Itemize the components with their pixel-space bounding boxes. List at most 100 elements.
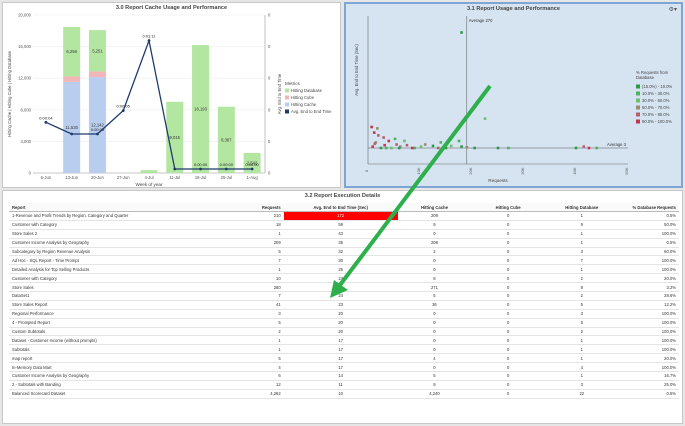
table-cell: 24 [283,282,398,293]
table-cell: 35 [283,238,398,248]
table-cell: 17 [283,344,398,355]
table-row[interactable]: In-Memory Data Mart 4 17 0 0 4 100.0% [9,362,679,373]
y-tick-label: 20,000 [18,13,31,18]
column-header[interactable]: Report [9,203,231,212]
scatter-point [373,142,377,146]
scatter-point [431,144,435,148]
y-tick-label: 0 [29,171,32,176]
scatter-point [371,145,374,148]
table-row[interactable]: Store Sales 2 1 43 0 0 1 100.0% [9,229,679,239]
scatter-point [444,146,448,150]
table-cell: 14 [283,371,398,381]
table-cell: 0 [471,344,545,355]
table-cell: 280 [230,282,284,293]
scatter-point [460,145,463,148]
scatter-point [413,146,417,150]
table-cell: 0 [471,371,545,381]
line-data-label: 0:00:04 [39,115,53,120]
y2-tick-label: 0 [268,171,271,176]
table-cell: 17 [283,353,398,364]
table-cell: 1 [230,229,284,239]
table-row[interactable]: Dataset - Customer Income (without promp… [9,335,679,346]
scatter-point [395,143,398,146]
table-row[interactable]: Custom Subtotals 2 20 0 0 2 100.0% [9,327,679,337]
table-cell: 0 [471,273,545,284]
scatter-point [449,144,453,148]
table-row[interactable]: Customer with Category 10 24 8 0 2 20.0% [9,273,679,284]
table-cell: Custom Subtotals [9,327,231,337]
table-cell: 1 [544,371,619,381]
table-cell: 1 [230,335,284,346]
table-cell: 1 [544,229,619,239]
report-usage-scatter: 0 10K 20K 30K 40K 50K Requests Avg. End to End … [354,16,673,183]
table-row[interactable]: Balanced Scorecard Dataset 4,262 10 4,240 0 2… [9,389,679,399]
column-header[interactable]: Hitting Cache [397,203,472,212]
x-axis-label: Week of year [136,182,163,187]
table-row[interactable]: DataSet1 7 24 5 0 2 28.6% [9,291,679,301]
data-label: 16,193 [194,107,207,112]
table-cell: Customer Income Analysis by Geography [9,238,231,248]
cache-usage-chart: 20,000 16,000 12,000 8,000 4,000 0 0 0 0 0 0 0 Hitti… [7,13,332,188]
scatter-point [370,125,373,129]
scatter-point [387,139,391,143]
scatter-point [574,146,578,150]
table-row[interactable]: Customer Income Analysis by Geography 6 14… [9,371,679,381]
table-cell: 18 [230,220,284,230]
table-cell: Dataset - Customer Income (without promp… [9,335,231,346]
column-header[interactable]: Hitting Database [544,203,619,212]
table-cell: 4 [397,353,472,364]
table-row[interactable]: Customer with Category 18 59 9 0 9 50.0% [9,220,679,230]
line-data-label: 0:00:00 [194,162,208,167]
legend-swatch [285,109,289,114]
legend-label: 30.0% - 50.0% [642,98,670,103]
table-row[interactable]: Detailed Analysis for Top Selling Produc… [9,264,679,275]
bar-segment [140,170,158,173]
x-tick-label: 30K [520,167,525,174]
avg-time-point [199,167,202,171]
y2-tick-label: 0 [268,76,271,81]
y-axis-label: Avg. End to End Time (Sec) [354,44,359,96]
table-cell: 1 [544,335,619,346]
table-cell: Subtotals [9,344,231,355]
column-header[interactable]: Requests [230,203,284,212]
avg-time-point [96,132,99,136]
table-row[interactable]: 4 - Prompted Report 5 20 0 0 5 100.0% [9,318,679,328]
execution-details-panel: 3.2 Report Execution Details Report Reque… [2,190,683,424]
table-cell: Store Sales Report [9,300,231,310]
legend-label: (15.0%) - 10.0% [642,84,673,89]
scatter-point [383,143,386,147]
table-row[interactable]: Ad Hoc - SQL Report - Time Prompt 7 30 0 0 7 1… [9,255,679,266]
table-cell: 0 [397,229,472,239]
line-data-label: 0:00:03 [91,127,105,132]
scatter-point [460,31,463,34]
scatter-point [410,146,414,150]
y2-tick-label: 0 [268,13,271,18]
legend-swatch [285,102,289,107]
scatter-point [507,146,510,150]
table-row[interactable]: Customer Income Analysis by Geography 209… [9,238,679,248]
column-header[interactable]: % Database Requests [618,203,679,212]
table-row[interactable]: Subtotals 1 17 0 0 1 100.0% [9,344,679,355]
table-cell: 0 [471,335,545,346]
y-tick-label: 12,000 [18,76,31,81]
report-usage-panel[interactable]: 3.1 Report Usage and Performance ⚙▾ 0 10K… [344,2,683,188]
scatter-point [397,146,401,150]
table-cell: 10 [283,389,398,399]
scatter-point [582,145,586,148]
scatter-point [405,143,409,147]
table-row[interactable]: Store Sales 280 24 271 0 9 3.2% [9,282,679,293]
table-row[interactable]: map report 5 17 4 0 1 20.0% [9,353,679,364]
table-row[interactable]: Subcategory by Region Revenue Analysis 5 3… [9,247,679,257]
table-row[interactable]: 1-Revenue and Profit Trends by Region, C… [9,211,679,221]
column-header[interactable]: Hitting Cube [471,203,545,212]
table-cell: 1 [544,211,619,221]
column-header[interactable]: Avg. End to End Time (Sec) [283,203,398,212]
table-cell: 12 [230,380,284,390]
table-row[interactable]: Regional Performance 3 20 0 0 3 100.0% [9,309,679,319]
table-cell: 0 [471,362,545,373]
x-tick-label: 1-Aug [247,175,259,180]
table-cell: 20.0% [618,273,679,284]
table-row[interactable]: 2 - Subtotals with Banding 12 11 9 0 3 25.0% [9,380,679,390]
legend-label: 90.0% - 100.0% [642,119,672,124]
table-row[interactable]: Store Sales Report 41 23 36 0 5 12.2% [9,300,679,310]
